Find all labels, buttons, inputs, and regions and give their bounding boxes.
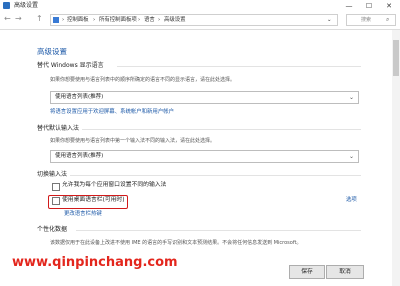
forward-arrow-icon[interactable]: → (15, 14, 22, 24)
chevron-down-icon: ⌄ (348, 153, 354, 160)
window-title: 高级设置 (14, 2, 39, 9)
section-heading-input-method: 替代默认输入法 (37, 125, 80, 132)
options-link[interactable]: 选项 (346, 197, 357, 204)
watermark-text: www.qinpinchang.com (12, 255, 178, 270)
search-placeholder: 搜索 (361, 17, 372, 23)
apply-welcome-screen-link[interactable]: 将语言设置应用于欢迎屏幕、系统帐户和新用户帐户 (50, 109, 174, 116)
up-arrow-icon[interactable]: ↑ (36, 14, 43, 24)
input-method-description: 如果你想要使用与语言列表中第一个输入法不同的输入法，请在此处选择。 (50, 138, 216, 144)
section-divider (82, 129, 361, 130)
desktop-language-bar-checkbox[interactable] (52, 197, 60, 205)
display-language-value: 使用语言列表(推荐) (55, 94, 104, 100)
scrollbar-thumb[interactable] (393, 40, 399, 76)
control-panel-icon (53, 17, 59, 23)
app-icon (3, 2, 10, 9)
breadcrumb-language[interactable]: 语言 (144, 15, 155, 25)
close-button[interactable]: ✕ (380, 0, 398, 12)
back-arrow-icon[interactable]: ← (4, 14, 11, 24)
breadcrumb-control-panel[interactable]: 控制面板 (67, 15, 89, 25)
change-hotkey-link[interactable]: 更改语言栏热键 (64, 211, 102, 218)
section-divider (76, 230, 361, 231)
search-box[interactable]: 搜索 ⌕ (346, 14, 396, 26)
per-app-input-checkbox[interactable] (52, 183, 60, 191)
input-method-value: 使用语言列表(推荐) (55, 153, 104, 159)
breadcrumb-advanced[interactable]: 高级设置 (164, 15, 186, 25)
breadcrumb-separator-icon: › (62, 17, 65, 23)
maximize-button[interactable]: ☐ (360, 0, 378, 12)
desktop-language-bar-label: 使用桌面语言栏(可用时) (62, 197, 125, 203)
personal-data-description: 该数据仅用于在此设备上改进不使用 IME 的语言的手写识别和文本预测结果。不会将… (50, 240, 302, 246)
cancel-button[interactable]: 取消 (326, 265, 364, 279)
breadcrumb-separator-icon: › (93, 17, 96, 23)
section-heading-personal-data: 个性化数据 (37, 226, 68, 233)
save-button[interactable]: 保存 (289, 265, 325, 279)
breadcrumb-separator-icon: › (138, 17, 141, 23)
per-app-input-label: 允许我为每个应用窗口设置不同的输入法 (62, 182, 167, 188)
page-title: 高级设置 (37, 47, 67, 56)
address-bar[interactable]: › 控制面板 › 所有控制面板项 › 语言 › 高级设置 ⌄ (50, 14, 338, 26)
section-divider (70, 175, 361, 176)
section-divider (117, 66, 361, 67)
chevron-down-icon[interactable]: ⌄ (327, 15, 332, 25)
input-method-dropdown[interactable]: 使用语言列表(推荐) ⌄ (50, 150, 359, 163)
breadcrumb-all-items[interactable]: 所有控制面板项 (99, 15, 137, 25)
chevron-down-icon: ⌄ (348, 94, 354, 101)
section-heading-display-language: 替代 Windows 显示语言 (37, 62, 104, 69)
search-icon[interactable]: ⌕ (386, 15, 389, 25)
section-heading-switch-input: 切换输入法 (37, 171, 68, 178)
breadcrumb-separator-icon: › (158, 17, 161, 23)
display-language-description: 如果你想要使用与语言列表中的顺序所确定的语言不同的显示语言，请在此处选择。 (50, 77, 236, 83)
display-language-dropdown[interactable]: 使用语言列表(推荐) ⌄ (50, 91, 359, 104)
minimize-button[interactable]: — (340, 0, 358, 12)
